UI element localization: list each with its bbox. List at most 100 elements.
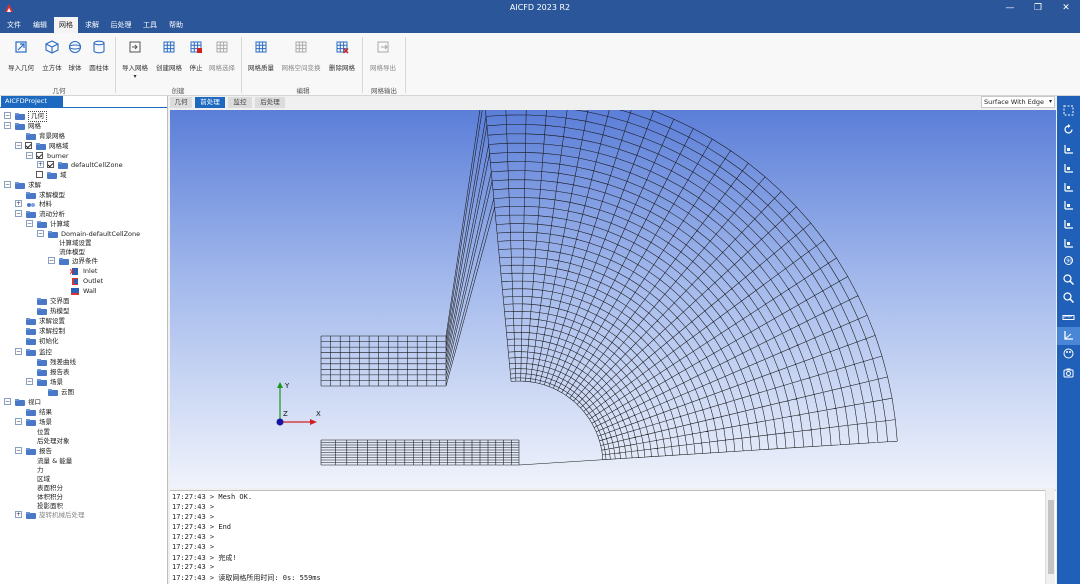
axis-view-z-button[interactable] <box>1057 215 1080 233</box>
tree-contour[interactable]: 云图 <box>61 387 74 397</box>
tree-solve[interactable]: 求解 <box>28 180 41 190</box>
rotate-button[interactable] <box>1057 121 1080 139</box>
collapse-icon[interactable]: − <box>4 398 11 405</box>
tree-postprocess-objects[interactable]: 后处理对象 <box>37 436 70 446</box>
menu-postprocess[interactable]: 后处理 <box>108 17 134 33</box>
tree-results-scene[interactable]: 场景 <box>39 417 52 427</box>
collapse-icon[interactable]: − <box>4 112 11 119</box>
cube-button[interactable]: 立方体 <box>40 40 64 72</box>
collapse-icon[interactable]: − <box>37 230 44 237</box>
collapse-icon[interactable]: − <box>26 220 33 227</box>
tree-results[interactable]: 结果 <box>39 407 52 417</box>
mesh-transform-button[interactable]: 网格空间变换 <box>280 40 322 72</box>
project-tab[interactable]: AICFDProject <box>1 96 63 107</box>
visibility-checkbox[interactable] <box>47 161 54 168</box>
tab-preprocess[interactable]: 前处理 <box>195 97 225 108</box>
menu-solve[interactable]: 求解 <box>82 17 102 33</box>
rotate-90-button[interactable]: 90 <box>1057 252 1080 270</box>
maximize-button[interactable]: ❐ <box>1031 2 1045 15</box>
cylinder-button[interactable]: 圆柱体 <box>88 40 110 72</box>
tree-materials[interactable]: 材料 <box>39 199 52 209</box>
collapse-icon[interactable]: − <box>15 348 22 355</box>
collapse-icon[interactable]: − <box>15 142 22 149</box>
close-button[interactable]: ✕ <box>1059 2 1073 15</box>
menu-mesh[interactable]: 网格 <box>54 17 78 33</box>
tree-viewport[interactable]: 视口 <box>28 397 41 407</box>
minimize-button[interactable]: — <box>1003 2 1017 15</box>
tab-monitor[interactable]: 监控 <box>228 97 252 108</box>
tree-boundary-conditions[interactable]: 边界条件 <box>72 256 98 266</box>
mesh-select-button[interactable]: 网格选择 <box>207 40 237 72</box>
fit-view-button[interactable] <box>1057 102 1080 120</box>
axis-view-y-button[interactable] <box>1057 178 1080 196</box>
tree-outlet[interactable]: Outlet <box>83 276 103 286</box>
console-scrollbar[interactable] <box>1045 490 1055 584</box>
chevron-down-icon: ▾ <box>1048 98 1052 105</box>
group-mesh-output-label: 网格输出 <box>371 87 397 95</box>
tree-interfaces[interactable]: 交界面 <box>50 296 70 306</box>
create-mesh-button[interactable]: 创建网格 <box>154 40 184 72</box>
collapse-icon[interactable]: − <box>15 447 22 454</box>
tree-monitors[interactable]: 监控 <box>39 347 52 357</box>
zoom-box-button[interactable] <box>1057 271 1080 289</box>
tree-mesh-domain[interactable]: 网格域 <box>49 141 69 151</box>
tree-mesh[interactable]: 网格 <box>28 121 41 131</box>
stop-button[interactable]: 停止 <box>187 40 205 72</box>
tree-scenes[interactable]: 场景 <box>50 377 63 387</box>
import-geometry-button[interactable]: 导入几何 <box>6 40 36 72</box>
visibility-checkbox[interactable] <box>36 152 43 159</box>
expand-icon[interactable]: + <box>15 511 22 518</box>
tree-initialization[interactable]: 初始化 <box>39 336 59 346</box>
menu-help[interactable]: 帮助 <box>166 17 186 33</box>
tab-geometry[interactable]: 几何 <box>170 97 192 108</box>
collapse-icon[interactable]: − <box>15 418 22 425</box>
tree-inlet[interactable]: Inlet <box>83 266 97 276</box>
tab-postprocess[interactable]: 后处理 <box>255 97 285 108</box>
collapse-icon[interactable]: − <box>15 210 22 217</box>
collapse-icon[interactable]: − <box>48 257 55 264</box>
sphere-button[interactable]: 球体 <box>66 40 84 72</box>
axis-view-neg-x-button[interactable] <box>1057 159 1080 177</box>
tree-report-table[interactable]: 报告表 <box>50 367 70 377</box>
collapse-icon[interactable]: − <box>4 122 11 129</box>
tree-thermal-model[interactable]: 热模型 <box>50 306 70 316</box>
tree-domain[interactable]: 域 <box>60 170 67 180</box>
axis-view-neg-y-button[interactable] <box>1057 196 1080 214</box>
menu-tools[interactable]: 工具 <box>140 17 160 33</box>
collapse-icon[interactable]: − <box>26 378 33 385</box>
ruler-button[interactable] <box>1057 309 1080 327</box>
tree-background-mesh[interactable]: 背景网格 <box>39 131 65 141</box>
tree-compute-domain[interactable]: 计算域 <box>50 219 70 229</box>
zoom-region-button[interactable] <box>1057 289 1080 307</box>
import-mesh-button[interactable]: 导入网格 ▾ <box>120 40 150 80</box>
mesh-export-button[interactable]: 网格导出 <box>367 40 399 72</box>
graphics-viewport[interactable]: Y X Z <box>170 110 1056 488</box>
console-output[interactable]: 17:27:43 > Mesh OK. 17:27:43 >17:27:43 >1… <box>170 490 1056 584</box>
collapse-icon[interactable]: − <box>26 152 33 159</box>
expand-icon[interactable]: + <box>37 161 44 168</box>
menu-file[interactable]: 文件 <box>4 17 24 33</box>
visibility-checkbox[interactable] <box>25 142 32 149</box>
tree-reports[interactable]: 报告 <box>39 446 52 456</box>
display-mode-select[interactable]: Surface With Edge ▾ <box>981 96 1055 108</box>
console-scroll-thumb[interactable] <box>1048 500 1054 574</box>
tree-solver-control[interactable]: 求解控制 <box>39 326 65 336</box>
axis-view-neg-z-button[interactable] <box>1057 234 1080 252</box>
tree-turbomachinery-post[interactable]: 旋转机械后处理 <box>39 510 85 520</box>
camera-button[interactable] <box>1057 364 1080 382</box>
axis-view-x-button[interactable] <box>1057 140 1080 158</box>
tree-solver-settings[interactable]: 求解设置 <box>39 316 65 326</box>
tree-burner[interactable]: burner <box>47 151 69 161</box>
mesh-quality-button[interactable]: 网格质量 <box>246 40 276 72</box>
collapse-icon[interactable]: − <box>4 181 11 188</box>
axes-toggle-button[interactable] <box>1057 327 1080 345</box>
tree-wall[interactable]: Wall <box>83 286 97 296</box>
delete-mesh-button[interactable]: 删除网格 <box>327 40 357 72</box>
expand-icon[interactable]: + <box>15 200 22 207</box>
visibility-checkbox[interactable] <box>36 171 43 178</box>
color-palette-button[interactable] <box>1057 345 1080 363</box>
menu-edit[interactable]: 编辑 <box>30 17 50 33</box>
tree-flow-analysis[interactable]: 流动分析 <box>39 209 65 219</box>
tree-default-cell-zone[interactable]: defaultCellZone <box>71 160 123 170</box>
tree-residual-curves[interactable]: 残差曲线 <box>50 357 76 367</box>
